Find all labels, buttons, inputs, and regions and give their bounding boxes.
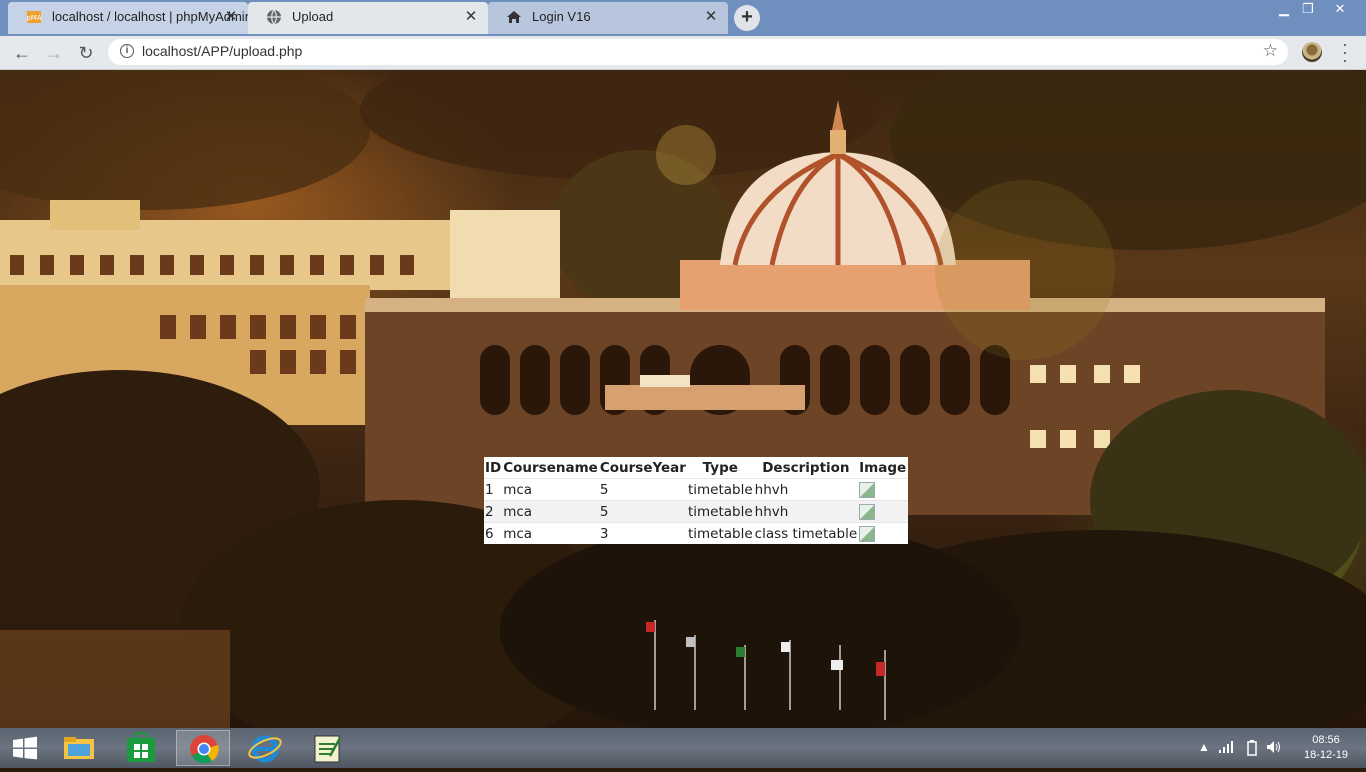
- store-icon[interactable]: [114, 730, 168, 766]
- clock-date: 18-12-19: [1303, 749, 1348, 761]
- info-icon[interactable]: i: [120, 44, 134, 58]
- clock-time: 08:56: [1312, 734, 1340, 746]
- cell-description: hhvh: [753, 478, 859, 501]
- cell-id: 6: [484, 522, 503, 544]
- maximize-button[interactable]: ❐: [1292, 0, 1324, 20]
- back-icon[interactable]: ←: [10, 41, 34, 65]
- cell-courseyear: 3: [598, 522, 687, 544]
- new-tab-button[interactable]: +: [734, 5, 760, 31]
- tab-phpmyadmin[interactable]: pMA localhost / localhost | phpMyAdmin ✕: [8, 2, 248, 34]
- system-clock[interactable]: 08:56 18-12-19: [1304, 733, 1348, 763]
- uploads-table: ID Coursename CourseYear Type Descriptio…: [484, 457, 909, 544]
- column-header-courseyear: CourseYear: [599, 459, 686, 476]
- start-button[interactable]: [0, 730, 50, 766]
- profile-avatar[interactable]: [1302, 42, 1322, 62]
- cell-courseyear: 5: [598, 500, 687, 523]
- cell-id: 1: [484, 478, 503, 501]
- broken-image-icon[interactable]: [859, 481, 876, 498]
- tab-title: Login V16: [532, 9, 591, 24]
- cell-coursename: mca: [502, 522, 599, 544]
- chrome-icon[interactable]: [176, 730, 230, 766]
- tab-upload[interactable]: Upload ✕: [248, 2, 488, 34]
- cell-coursename: mca: [502, 478, 599, 501]
- internet-explorer-icon[interactable]: [238, 730, 292, 766]
- table-row: 6 mca 3 timetable class timetable: [484, 522, 909, 544]
- column-header-image: Image: [859, 459, 907, 476]
- close-window-button[interactable]: ✕: [1324, 0, 1356, 20]
- windows-taskbar: ▲ 08:56 18-12-19: [0, 728, 1366, 768]
- notepad-icon[interactable]: [300, 730, 354, 766]
- windows-logo-icon: [13, 736, 37, 760]
- column-header-id: ID: [485, 459, 502, 476]
- menu-icon[interactable]: · · ·: [1340, 35, 1350, 69]
- network-icon[interactable]: [1218, 740, 1234, 757]
- cell-type: timetable: [686, 500, 754, 523]
- cell-courseyear: 5: [598, 478, 687, 501]
- bookmark-star-icon[interactable]: ☆: [1263, 41, 1278, 61]
- cell-id: 2: [484, 500, 503, 523]
- tab-title: localhost / localhost | phpMyAdmin: [52, 9, 248, 24]
- cell-coursename: mca: [502, 500, 599, 523]
- forward-icon[interactable]: →: [42, 41, 66, 65]
- tab-login[interactable]: Login V16 ✕: [488, 2, 728, 34]
- campus-background-image: [0, 70, 1366, 728]
- file-explorer-icon[interactable]: [52, 730, 106, 766]
- browser-toolbar: ← → ↻ i localhost/APP/upload.php ☆: [0, 36, 1366, 70]
- tab-title: Upload: [292, 9, 334, 24]
- url-text[interactable]: localhost/APP/upload.php: [142, 43, 302, 59]
- cell-image: [858, 478, 909, 501]
- column-header-type: Type: [702, 459, 738, 476]
- phpmyadmin-icon: pMA: [26, 11, 42, 23]
- table-row: 1 mca 5 timetable hhvh: [484, 478, 909, 501]
- broken-image-icon[interactable]: [859, 503, 876, 520]
- table-header-row: ID Coursename CourseYear Type Descriptio…: [484, 457, 908, 479]
- show-hidden-icons[interactable]: ▲: [1198, 740, 1210, 754]
- cell-image: [858, 500, 909, 523]
- cell-description: hhvh: [753, 500, 859, 523]
- table-row: 2 mca 5 timetable hhvh: [484, 500, 909, 523]
- svg-text:pMA: pMA: [26, 14, 41, 22]
- close-icon[interactable]: ✕: [464, 9, 478, 24]
- globe-icon: [267, 9, 281, 25]
- cell-type: timetable: [686, 522, 754, 544]
- close-icon[interactable]: ✕: [224, 9, 238, 24]
- column-header-description: Description: [762, 459, 850, 476]
- column-header-coursename: Coursename: [503, 459, 598, 476]
- broken-image-icon[interactable]: [859, 525, 876, 542]
- cell-type: timetable: [686, 478, 754, 501]
- close-icon[interactable]: ✕: [704, 9, 718, 24]
- page-background: ID Coursename CourseYear Type Descriptio…: [0, 70, 1366, 728]
- cell-description: class timetable: [753, 522, 859, 544]
- cell-image: [858, 522, 909, 544]
- tab-strip: pMA localhost / localhost | phpMyAdmin ✕…: [0, 0, 1366, 36]
- address-bar[interactable]: i localhost/APP/upload.php ☆: [108, 39, 1288, 65]
- home-icon: [507, 11, 521, 23]
- volume-icon[interactable]: [1266, 740, 1282, 757]
- battery-icon[interactable]: [1246, 740, 1258, 759]
- reload-icon[interactable]: ↻: [74, 41, 98, 65]
